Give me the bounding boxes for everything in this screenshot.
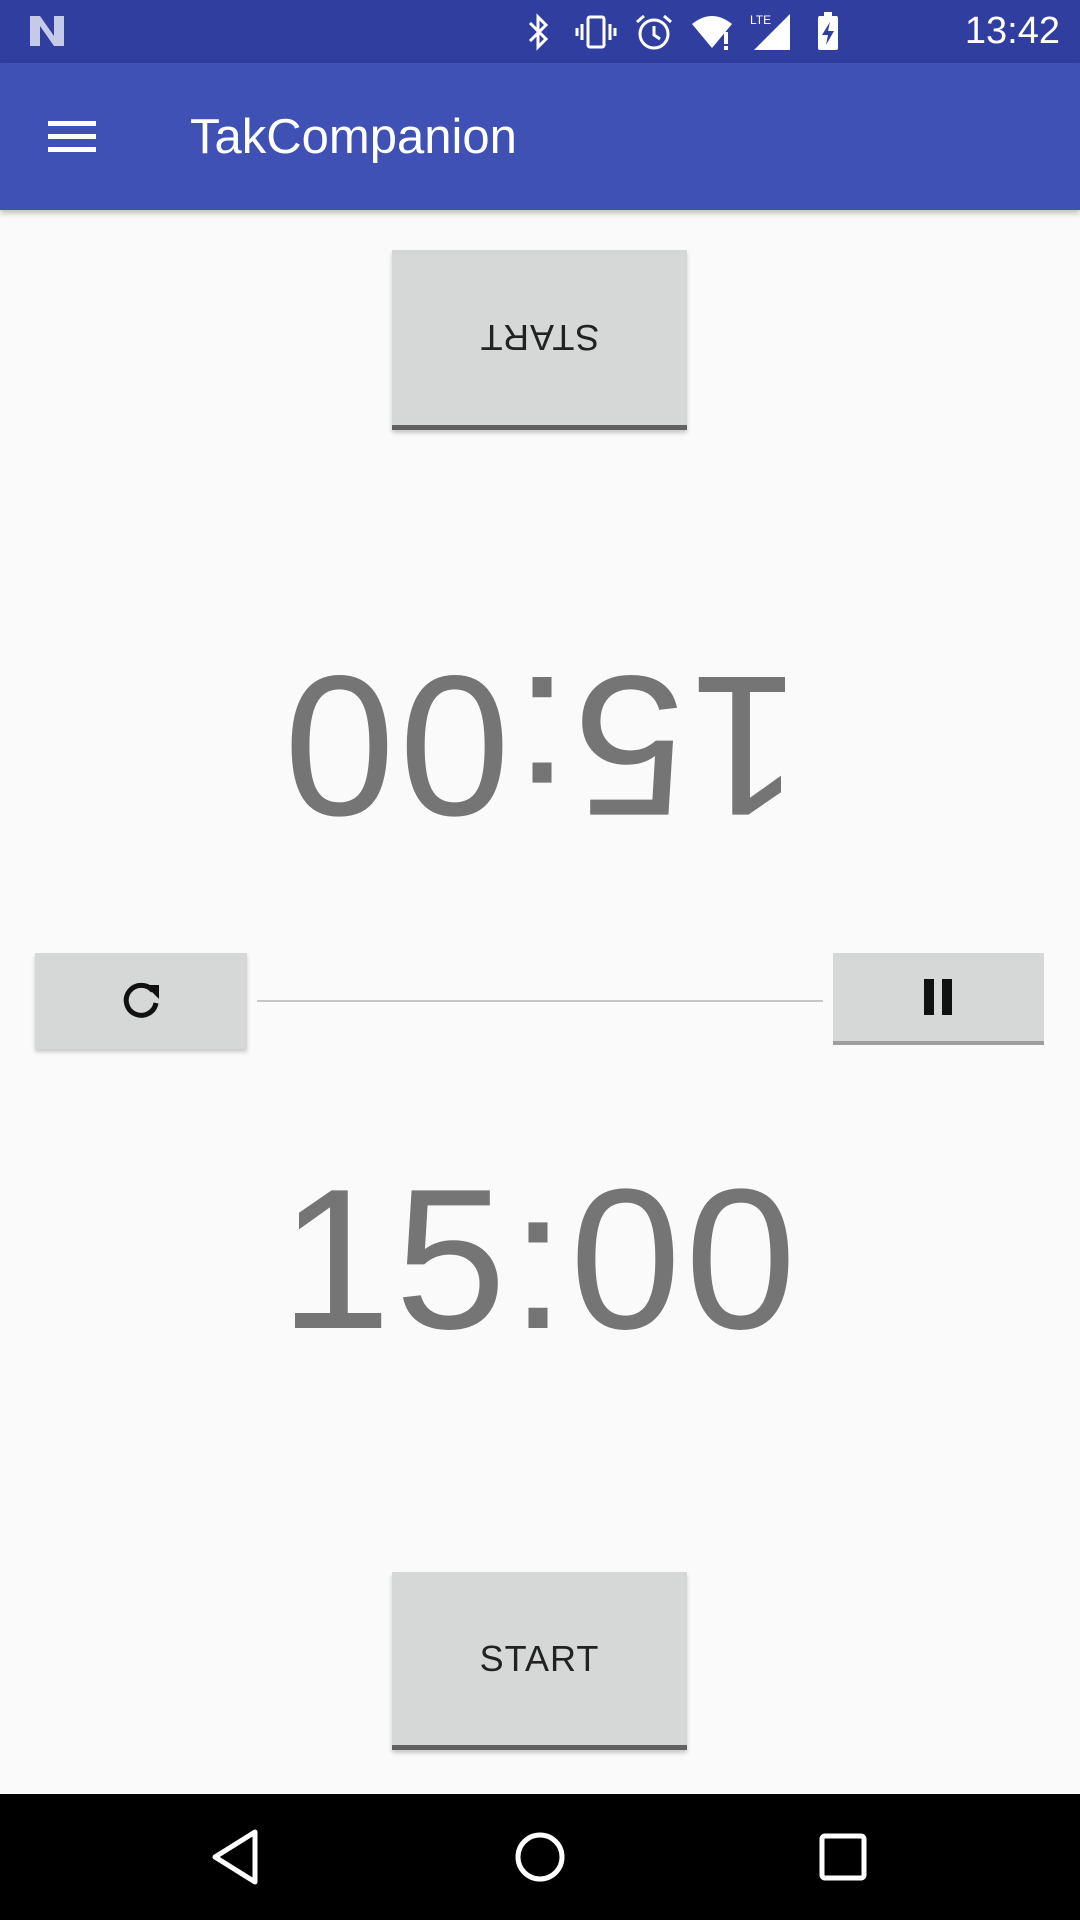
navigation-bar (0, 1794, 1080, 1920)
divider (257, 1000, 823, 1002)
back-icon[interactable] (201, 1822, 271, 1892)
android-n-icon (30, 16, 64, 46)
alarm-icon (636, 14, 672, 50)
lte-signal-icon: LTE (750, 13, 790, 50)
vibrate-icon (575, 15, 617, 49)
status-bar: LTE 13:42 (0, 0, 1080, 63)
status-time: 13:42 (964, 10, 1060, 52)
status-icons: LTE (502, 10, 850, 54)
pause-icon (923, 979, 952, 1015)
hamburger-menu-icon[interactable] (36, 105, 108, 165)
bottom-start-button[interactable]: START (392, 1572, 687, 1750)
app-bar: TakCompanion (0, 63, 1080, 210)
bluetooth-icon (528, 13, 549, 51)
app-title: TakCompanion (190, 110, 517, 164)
wifi-icon (692, 16, 732, 50)
refresh-icon (123, 982, 159, 1018)
bottom-timer: 15:00 (279, 1148, 801, 1371)
home-icon[interactable] (505, 1822, 575, 1892)
svg-text:LTE: LTE (750, 13, 771, 27)
reset-button[interactable] (35, 953, 247, 1049)
battery-charging-icon (818, 12, 838, 50)
pause-button[interactable] (833, 953, 1044, 1045)
top-start-button[interactable]: START (392, 250, 687, 430)
top-timer: 15:00 (279, 634, 801, 857)
recents-icon[interactable] (808, 1822, 878, 1892)
